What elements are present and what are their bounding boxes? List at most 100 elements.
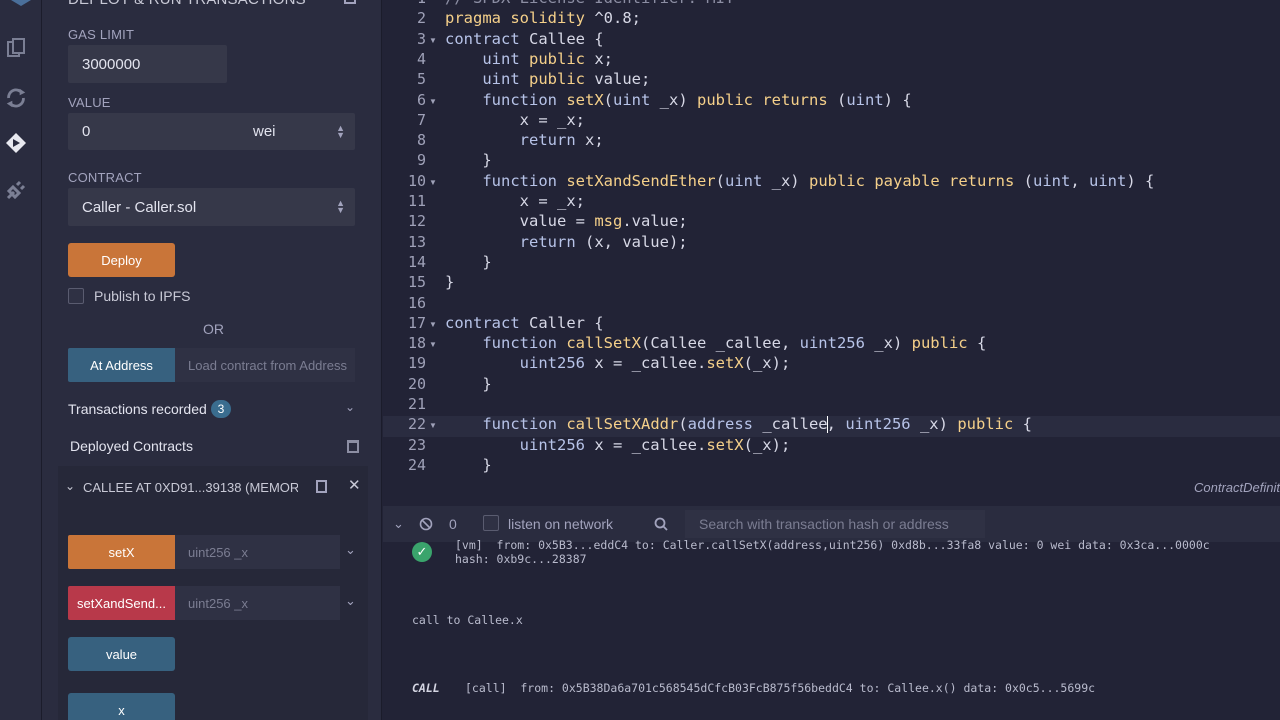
instance-title[interactable]: CALLEE AT 0XD91...39138 (MEMOR (83, 480, 298, 495)
publish-ipfs-checkbox[interactable] (68, 288, 84, 304)
function-button[interactable]: x (68, 693, 175, 720)
compiler-icon[interactable] (4, 86, 28, 110)
line-number: 20 (407, 374, 426, 393)
function-button[interactable]: setXandSend... (68, 586, 175, 620)
code-line[interactable]: value = msg.value; (445, 212, 688, 230)
call-to-line: call to Callee.x (412, 613, 523, 627)
copy-icon[interactable] (316, 480, 327, 493)
trash-icon[interactable] (347, 440, 359, 453)
line-number: 14 (407, 252, 426, 271)
transactions-recorded-label: Transactions recorded (68, 401, 207, 417)
line-number: 13 (407, 232, 426, 251)
line-number: 24 (407, 455, 426, 474)
terminal-search-input[interactable]: Search with transaction hash or address (685, 510, 985, 538)
gas-limit-label: GAS LIMIT (68, 27, 135, 42)
code-line[interactable]: return x; (445, 131, 604, 149)
contract-instance: ⌄ CALLEE AT 0XD91...39138 (MEMOR ✕ setX … (58, 466, 368, 720)
contract-label: CONTRACT (68, 170, 142, 185)
call-detail-line[interactable]: [call] from: 0x5B38Da6a701c568545dCfcB03… (465, 681, 1095, 695)
publish-ipfs-label: Publish to IPFS (94, 288, 191, 304)
transactions-count-badge: 3 (211, 400, 231, 418)
code-line[interactable]: function callSetXAddr(address _callee, u… (445, 415, 1032, 434)
success-check-icon: ✓ (412, 542, 432, 562)
remix-logo-icon[interactable] (9, 0, 33, 16)
code-line[interactable]: } (445, 375, 491, 393)
code-line[interactable]: function setX(uint _x) public returns (u… (445, 91, 911, 109)
fold-arrow-icon[interactable]: ▼ (429, 320, 437, 329)
line-number: 4 (416, 49, 426, 68)
deploy-run-panel: DEPLOY & RUN TRANSACTIONS GAS LIMIT 3000… (42, 0, 382, 720)
line-number: 8 (416, 131, 426, 150)
function-arg-input[interactable]: uint256 _x (175, 586, 340, 620)
line-number: 7 (416, 110, 426, 129)
deploy-button[interactable]: Deploy (68, 243, 175, 277)
contract-definition-status: ContractDefinit (1194, 480, 1280, 495)
line-number: 18 (407, 334, 426, 353)
code-line[interactable]: function callSetX(Callee _callee, uint25… (445, 334, 986, 352)
value-input[interactable]: 0 (68, 113, 255, 150)
code-line[interactable]: uint public value; (445, 70, 650, 88)
panel-menu-icon[interactable] (344, 0, 356, 4)
code-line[interactable]: x = _x; (445, 192, 585, 210)
chevron-down-icon[interactable]: ⌄ (345, 593, 356, 609)
deploy-run-icon[interactable] (4, 131, 28, 155)
code-line[interactable]: contract Callee { (445, 30, 604, 48)
line-number: 15 (407, 273, 426, 292)
load-contract-address-input[interactable]: Load contract from Address (175, 348, 355, 382)
function-arg-input[interactable]: uint256 _x (175, 535, 340, 569)
panel-title: DEPLOY & RUN TRANSACTIONS (68, 0, 306, 8)
fold-arrow-icon[interactable]: ▼ (429, 178, 437, 187)
value-unit-text: wei (253, 123, 276, 140)
listen-network-label: listen on network (508, 516, 614, 532)
code-line[interactable]: uint public x; (445, 50, 613, 68)
code-line[interactable]: x = _x; (445, 111, 585, 129)
code-line[interactable]: // SPDX-License-Identifier: MIT (445, 0, 734, 7)
fold-arrow-icon[interactable]: ▼ (429, 421, 437, 430)
line-gutter: 123▼456▼78910▼11121314151617▼18▼19202122… (383, 0, 443, 480)
function-button[interactable]: value (68, 637, 175, 671)
collapse-terminal-icon[interactable]: ⌄ (393, 506, 404, 542)
code-line[interactable]: } (445, 273, 454, 291)
gas-limit-input[interactable]: 3000000 (68, 45, 227, 83)
chevron-down-icon[interactable]: ⌄ (345, 400, 355, 414)
chevron-down-icon[interactable]: ⌄ (345, 542, 356, 558)
code-line[interactable]: } (445, 253, 491, 271)
code-line[interactable]: uint256 x = _callee.setX(_x); (445, 354, 791, 372)
line-number: 6 (416, 90, 426, 109)
line-number: 5 (416, 70, 426, 89)
fold-arrow-icon[interactable]: ▼ (429, 97, 437, 106)
clear-console-icon[interactable] (419, 506, 433, 542)
at-address-button[interactable]: At Address (68, 348, 175, 382)
contract-selected-text: Caller - Caller.sol (82, 198, 197, 216)
listen-network-checkbox[interactable] (483, 515, 499, 531)
line-number: 19 (407, 354, 426, 373)
code-line[interactable]: contract Caller { (445, 314, 604, 332)
select-arrows-icon: ▲ ▼ (336, 122, 345, 140)
tx-summary-line[interactable]: [vm] from: 0x5B3...eddC4 to: Caller.call… (455, 538, 1210, 552)
plugin-icon[interactable] (4, 178, 28, 202)
line-number: 21 (407, 395, 426, 413)
code-line[interactable]: } (445, 151, 491, 169)
close-icon[interactable]: ✕ (348, 476, 361, 494)
code-line[interactable]: pragma solidity ^0.8; (445, 9, 641, 27)
line-number: 16 (407, 293, 426, 312)
deployed-contracts-label: Deployed Contracts (70, 438, 193, 454)
fold-arrow-icon[interactable]: ▼ (429, 340, 437, 349)
file-explorer-icon[interactable] (4, 36, 28, 60)
fold-arrow-icon[interactable]: ▼ (429, 36, 437, 45)
select-arrows-icon: ▲ ▼ (336, 198, 345, 215)
code-line[interactable]: } (445, 456, 491, 474)
call-tag: CALL (412, 681, 440, 695)
code-line[interactable]: return (x, value); (445, 233, 688, 251)
contract-select[interactable]: Caller - Caller.sol ▲ ▼ (68, 188, 355, 226)
value-unit-select[interactable]: wei ▲ ▼ (239, 113, 355, 150)
pending-tx-count: 0 (449, 516, 457, 532)
function-button[interactable]: setX (68, 535, 175, 569)
code-line[interactable]: function setXandSendEther(uint _x) publi… (445, 172, 1154, 190)
line-number: 17 (407, 313, 426, 332)
line-number: 9 (416, 151, 426, 170)
code-line[interactable]: uint256 x = _callee.setX(_x); (445, 436, 791, 454)
or-divider: OR (203, 321, 224, 337)
code-editor[interactable]: 123▼456▼78910▼11121314151617▼18▼19202122… (383, 0, 1280, 500)
chevron-down-icon[interactable]: ⌄ (65, 479, 75, 493)
